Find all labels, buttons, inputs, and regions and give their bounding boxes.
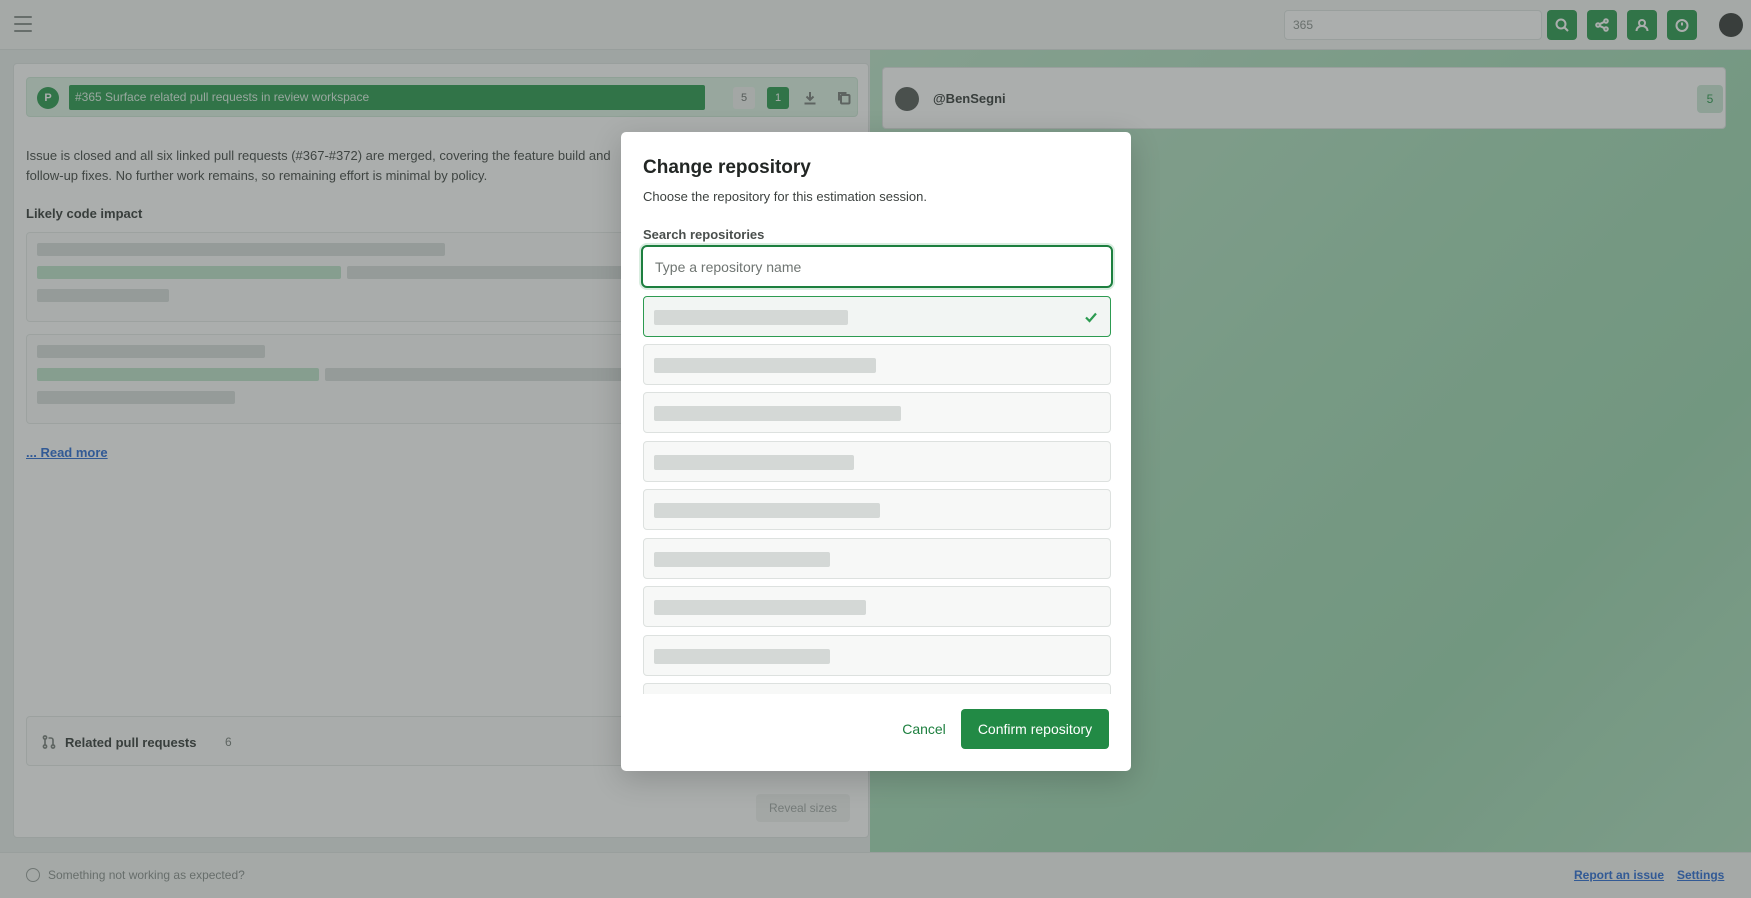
dialog-subtitle: Choose the repository for this estimatio… <box>643 189 927 204</box>
repository-search-input[interactable] <box>641 245 1113 288</box>
change-repository-dialog: Change repository Choose the repository … <box>621 132 1131 771</box>
repository-option[interactable] <box>643 586 1111 627</box>
check-icon <box>1084 310 1098 324</box>
repository-option[interactable] <box>643 441 1111 482</box>
repository-option[interactable] <box>643 683 1111 694</box>
skeleton-line <box>654 649 830 664</box>
skeleton-line <box>654 406 901 421</box>
repository-option-selected[interactable] <box>643 296 1111 337</box>
skeleton-line <box>654 455 854 470</box>
skeleton-line <box>654 600 866 615</box>
repository-list[interactable] <box>643 296 1113 694</box>
repository-option[interactable] <box>643 344 1111 385</box>
skeleton-line <box>654 503 880 518</box>
search-repositories-label: Search repositories <box>643 227 765 242</box>
dialog-title: Change repository <box>643 157 811 178</box>
skeleton-line <box>654 552 830 567</box>
repository-option[interactable] <box>643 635 1111 676</box>
confirm-repository-button[interactable]: Confirm repository <box>961 709 1109 749</box>
repository-option[interactable] <box>643 392 1111 433</box>
repository-option[interactable] <box>643 538 1111 579</box>
cancel-button[interactable]: Cancel <box>884 709 964 749</box>
skeleton-line <box>654 310 848 325</box>
repository-option[interactable] <box>643 489 1111 530</box>
skeleton-line <box>654 358 876 373</box>
